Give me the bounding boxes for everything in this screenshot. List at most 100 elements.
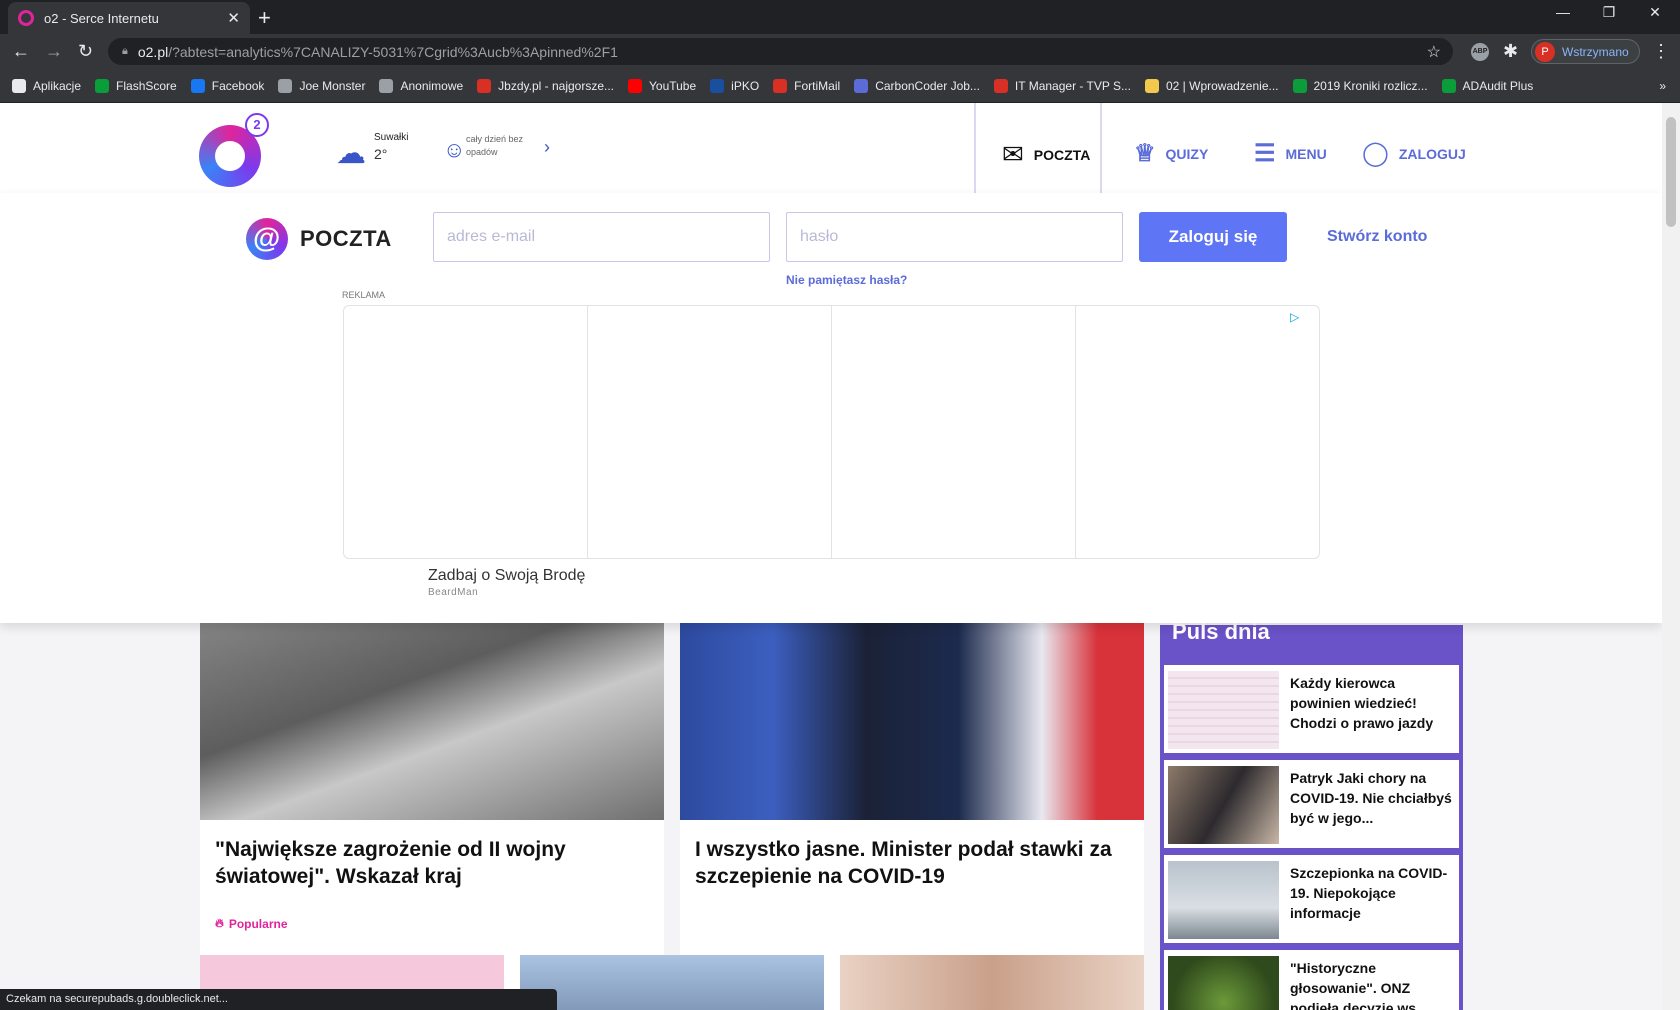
bookmark-label: YouTube bbox=[649, 78, 697, 93]
bookmark-item[interactable]: CarbonCoder Job... bbox=[854, 78, 980, 93]
bookmark-item[interactable]: ADAudit Plus bbox=[1441, 78, 1534, 93]
site-header: 2 ☁︎ Suwałki 2° ☺ cały dzień bez opadów … bbox=[0, 103, 1662, 195]
article-image[interactable] bbox=[200, 603, 664, 820]
close-tab-icon[interactable]: ✕ bbox=[227, 9, 240, 27]
ad-banner[interactable] bbox=[343, 305, 1320, 559]
bookmark-label: ADAudit Plus bbox=[1462, 78, 1534, 93]
puls-thumbnail bbox=[1168, 861, 1279, 939]
article-image[interactable] bbox=[680, 603, 1144, 820]
puls-thumbnail bbox=[1168, 956, 1279, 1010]
bookmark-item[interactable]: 2019 Kroniki rozlicz... bbox=[1292, 78, 1428, 93]
menu-nav-label: MENU bbox=[1285, 145, 1327, 162]
quiz-nav-label: QUIZY bbox=[1165, 145, 1209, 162]
adblock-extension-icon[interactable]: ABP bbox=[1471, 43, 1489, 61]
mail-login-panel: POCZTA Zaloguj się Stwórz konto Nie pami… bbox=[0, 193, 1662, 623]
reload-icon[interactable]: ↻ bbox=[78, 41, 93, 62]
web-page: "Największe zagrożenie od II wojny świat… bbox=[0, 103, 1662, 1010]
menu-nav[interactable]: ☰ MENU bbox=[1254, 139, 1327, 168]
bookmark-favicon-icon bbox=[1144, 78, 1159, 93]
article-thumbnail[interactable] bbox=[520, 955, 824, 1010]
article-card[interactable]: I wszystko jasne. Minister podał stawki … bbox=[680, 603, 1144, 1010]
puls-thumbnail bbox=[1168, 766, 1279, 844]
user-icon: ◯ bbox=[1362, 140, 1389, 167]
puls-item[interactable]: "Historyczne głosowanie". ONZ podjęła de… bbox=[1164, 950, 1459, 1010]
bookmark-item[interactable]: iPKO bbox=[710, 78, 760, 93]
bookmark-label: Joe Monster bbox=[299, 78, 366, 93]
bookmark-item[interactable]: Aplikacje bbox=[12, 78, 81, 93]
new-tab-icon[interactable]: + bbox=[258, 5, 271, 31]
ad-tile[interactable] bbox=[1076, 306, 1319, 558]
chevron-right-icon[interactable]: › bbox=[544, 137, 550, 158]
window-close-icon[interactable]: ✕ bbox=[1632, 4, 1678, 21]
ad-brand: BeardMan bbox=[428, 587, 479, 598]
bookmark-label: CarbonCoder Job... bbox=[875, 78, 980, 93]
bookmark-label: Jbzdy.pl - najgorsze... bbox=[498, 78, 614, 93]
restore-icon[interactable]: ❐ bbox=[1586, 4, 1632, 21]
bookmark-star-icon[interactable]: ☆ bbox=[1427, 42, 1441, 62]
puls-item[interactable]: Szczepionka na COVID-19. Niepokojące inf… bbox=[1164, 855, 1459, 943]
puls-item[interactable]: Każdy kierowca powinien wiedzieć! Chodzi… bbox=[1164, 665, 1459, 753]
article-thumbnail[interactable] bbox=[840, 955, 1144, 1010]
login-nav[interactable]: ◯ ZALOGUJ bbox=[1362, 139, 1466, 168]
quiz-nav[interactable]: ♕ QUIZY bbox=[1134, 139, 1208, 168]
back-icon[interactable]: ← bbox=[12, 41, 30, 62]
bookmark-label: 2019 Kroniki rozlicz... bbox=[1313, 78, 1428, 93]
bookmark-label: 02 | Wprowadzenie... bbox=[1165, 78, 1279, 93]
bookmark-item[interactable]: FortiMail bbox=[773, 78, 840, 93]
puls-item[interactable]: Patryk Jaki chory na COVID-19. Nie chcia… bbox=[1164, 760, 1459, 848]
forward-icon[interactable]: → bbox=[45, 41, 63, 62]
ad-tile[interactable] bbox=[344, 306, 588, 558]
article-card[interactable]: "Największe zagrożenie od II wojny świat… bbox=[200, 603, 664, 1010]
scrollbar-thumb[interactable] bbox=[1666, 117, 1676, 227]
bookmark-label: FlashScore bbox=[116, 78, 177, 93]
mail-panel-title: POCZTA bbox=[300, 226, 392, 251]
weather-city[interactable]: Suwałki bbox=[374, 132, 408, 143]
forgot-password-link[interactable]: Nie pamiętasz hasła? bbox=[786, 273, 907, 287]
bookmark-label: iPKO bbox=[731, 78, 760, 93]
profile-button[interactable]: P Wstrzymano bbox=[1531, 39, 1640, 64]
bookmark-favicon-icon bbox=[1441, 78, 1456, 93]
avatar: P bbox=[1535, 41, 1555, 62]
login-button[interactable]: Zaloguj się bbox=[1139, 212, 1287, 262]
bookmark-item[interactable]: Joe Monster bbox=[278, 78, 366, 93]
ad-headline[interactable]: Zadbaj o Swoją Brodę bbox=[428, 567, 585, 585]
puls-item-text: Patryk Jaki chory na COVID-19. Nie chcia… bbox=[1290, 770, 1452, 826]
puls-item-text: "Historyczne głosowanie". ONZ podjęła de… bbox=[1290, 960, 1432, 1010]
ad-tile[interactable] bbox=[832, 306, 1076, 558]
mail-nav[interactable]: ✉︎ POCZTA bbox=[1002, 139, 1090, 170]
bookmark-item[interactable]: YouTube bbox=[628, 78, 697, 93]
hamburger-icon: ☰ bbox=[1254, 140, 1276, 167]
o2-logo[interactable]: 2 bbox=[199, 113, 269, 187]
puls-thumbnail bbox=[1168, 671, 1279, 749]
bookmark-favicon-icon bbox=[1292, 78, 1307, 93]
puls-dnia-widget: Puls dnia Każdy kierowca powinien wiedzi… bbox=[1160, 619, 1463, 1010]
email-field[interactable] bbox=[433, 212, 770, 262]
bookmark-favicon-icon bbox=[95, 78, 110, 93]
create-account-link[interactable]: Stwórz konto bbox=[1327, 228, 1427, 246]
ad-tile[interactable] bbox=[588, 306, 832, 558]
logo-superscript: 2 bbox=[245, 113, 269, 137]
article-title[interactable]: I wszystko jasne. Minister podał stawki … bbox=[695, 836, 1125, 890]
apps-grid-icon bbox=[12, 78, 26, 93]
bookmark-favicon-icon bbox=[190, 78, 205, 93]
article-title[interactable]: "Największe zagrożenie od II wojny świat… bbox=[215, 836, 645, 890]
bookmark-favicon-icon bbox=[278, 78, 293, 93]
password-field[interactable] bbox=[786, 212, 1123, 262]
minimize-icon[interactable]: — bbox=[1540, 4, 1586, 20]
bookmark-item[interactable]: Anonimowe bbox=[379, 78, 463, 93]
browser-menu-icon[interactable]: ⋮ bbox=[1652, 41, 1670, 62]
active-tab[interactable]: o2 - Serce Internetu ✕ bbox=[8, 2, 250, 34]
more-bookmarks-icon[interactable]: » bbox=[1659, 79, 1666, 93]
bookmark-item[interactable]: FlashScore bbox=[95, 78, 177, 93]
page-scrollbar[interactable] bbox=[1662, 103, 1680, 1010]
bookmark-item[interactable]: 02 | Wprowadzenie... bbox=[1144, 78, 1279, 93]
bookmark-favicon-icon bbox=[854, 78, 869, 93]
bookmark-item[interactable]: Jbzdy.pl - najgorsze... bbox=[477, 78, 614, 93]
extensions-puzzle-icon[interactable]: ✱ bbox=[1503, 41, 1518, 62]
popular-tag[interactable]: 🔥︎ Popularne bbox=[215, 916, 288, 931]
lock-icon: 🔒︎ bbox=[122, 45, 128, 57]
address-bar[interactable]: 🔒︎ o2.pl/?abtest=analytics%7CANALIZY-503… bbox=[108, 38, 1453, 65]
adchoices-icon[interactable]: ▷ bbox=[1290, 310, 1299, 324]
bookmark-item[interactable]: Facebook bbox=[190, 78, 264, 93]
bookmark-item[interactable]: IT Manager - TVP S... bbox=[993, 78, 1131, 93]
